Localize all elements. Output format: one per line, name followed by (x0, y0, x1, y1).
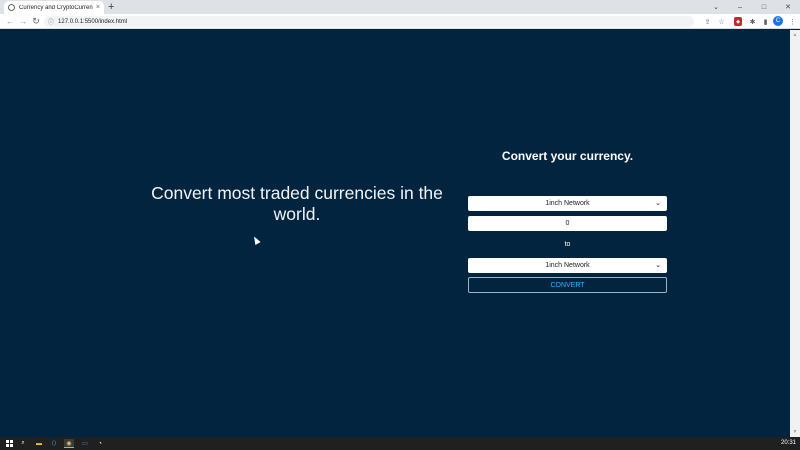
extensions-puzzle-icon[interactable]: ✱ (747, 16, 758, 27)
mail-icon[interactable]: ▭ (80, 439, 90, 448)
vscode-icon[interactable]: ⟨⟩ (49, 439, 59, 448)
browser-toolbar: ← → ↻ ⓘ 127.0.0.1:5500/index.html ⇪ ☆ ◆ … (0, 14, 800, 29)
windows-taskbar: ⌕ ▬ ⟨⟩ ◉ ▭ ◔ 20:31 (0, 437, 800, 450)
side-panel-icon[interactable]: ▮ (760, 16, 771, 27)
start-button[interactable] (4, 439, 14, 448)
page-scrollbar[interactable]: ▲ ▼ (790, 30, 800, 437)
share-icon[interactable]: ⇪ (702, 16, 713, 27)
forward-button[interactable]: → (17, 15, 29, 27)
page-content (0, 30, 790, 437)
scroll-up-arrow-icon[interactable]: ▲ (790, 32, 800, 38)
tab-search-icon[interactable]: ⌄ (704, 0, 728, 14)
minimize-button[interactable]: – (728, 0, 752, 14)
bookmark-star-icon[interactable]: ☆ (716, 16, 727, 27)
chevron-down-icon: ⌄ (655, 262, 661, 269)
close-window-button[interactable]: ✕ (776, 0, 800, 14)
chevron-down-icon: ⌄ (655, 200, 661, 207)
windows-logo-icon (5, 440, 13, 447)
window-controls: ⌄ – □ ✕ (704, 0, 800, 14)
chrome-icon[interactable]: ◉ (64, 439, 74, 448)
address-bar[interactable]: ⓘ 127.0.0.1:5500/index.html (44, 16, 694, 27)
back-button[interactable]: ← (4, 15, 16, 27)
browser-menu-icon[interactable]: ⋮ (787, 16, 798, 27)
from-currency-value: 1inch Network (545, 200, 590, 207)
new-tab-button[interactable]: + (108, 1, 114, 13)
converter-title: Convert your currency. (501, 149, 634, 163)
hero-heading: Convert most traded currencies in the wo… (151, 183, 443, 224)
tab-title: Currency and CryptoCurrency Ex (19, 4, 93, 11)
convert-button[interactable]: CONVERT (468, 277, 667, 293)
globe-icon (8, 4, 15, 11)
profile-avatar[interactable]: C (773, 16, 783, 26)
amount-input[interactable]: 0 (468, 216, 667, 231)
maximize-button[interactable]: □ (752, 0, 776, 14)
to-currency-select[interactable]: 1inch Network ⌄ (468, 258, 667, 273)
close-tab-icon[interactable]: × (96, 4, 100, 11)
file-explorer-icon[interactable]: ▬ (34, 439, 44, 448)
search-icon[interactable]: ⌕ (18, 439, 28, 448)
to-currency-value: 1inch Network (545, 262, 590, 269)
extension-shield-icon[interactable]: ◆ (734, 17, 742, 26)
to-label: to (564, 241, 571, 248)
reload-button[interactable]: ↻ (30, 15, 42, 27)
url-text[interactable]: 127.0.0.1:5500/index.html (58, 19, 127, 25)
clock-app-icon[interactable]: ◔ (95, 439, 105, 448)
info-icon[interactable]: ⓘ (48, 17, 54, 26)
taskbar-clock[interactable]: 20:31 (781, 440, 796, 446)
browser-tab[interactable]: Currency and CryptoCurrency Ex × (4, 1, 104, 14)
from-currency-select[interactable]: 1inch Network ⌄ (468, 196, 667, 211)
browser-tab-bar: Currency and CryptoCurrency Ex × + ⌄ – □… (0, 0, 800, 14)
scroll-down-arrow-icon[interactable]: ▼ (790, 429, 800, 435)
